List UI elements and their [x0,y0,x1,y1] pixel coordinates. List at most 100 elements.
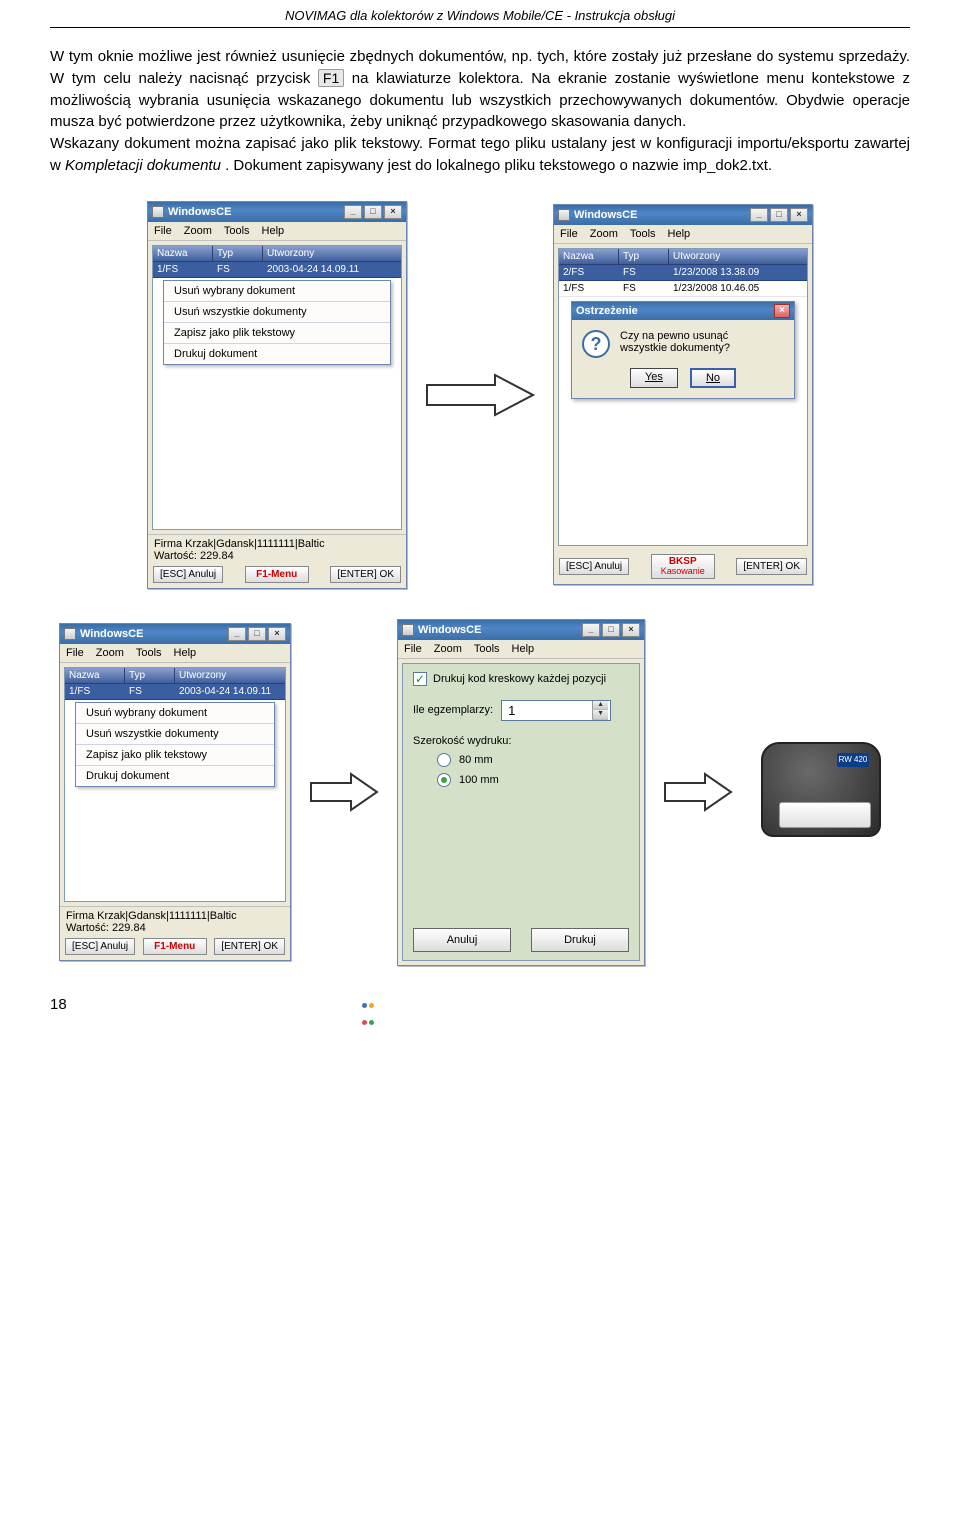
ctx-print[interactable]: Drukuj dokument [76,766,274,786]
esc-button[interactable]: [ESC] Anuluj [65,938,135,955]
enter-button[interactable]: [ENTER] OK [736,558,807,575]
copies-label: Ile egzemplarzy: [413,704,493,716]
titlebar[interactable]: WindowsCE _ □ × [60,624,290,644]
col-created: Utworzony [669,249,807,264]
copies-field: Ile egzemplarzy: ▲▼ [413,700,629,721]
table-row[interactable]: 1/FS FS 1/23/2008 10.46.05 [559,281,807,297]
radio-80[interactable]: 80 mm [437,753,629,767]
titlebar[interactable]: WindowsCE _ □ × [148,202,406,222]
f1-button[interactable]: F1-Menu [143,938,207,955]
table-row[interactable]: 1/FS FS 2003-04-24 14.09.11 [153,262,401,278]
app-icon [64,628,76,640]
menu-tools[interactable]: Tools [474,643,500,655]
close-button[interactable]: × [790,208,808,222]
menu-tools[interactable]: Tools [630,228,656,240]
app-icon [402,624,414,636]
titlebar[interactable]: WindowsCE _ □ × [398,620,644,640]
ctx-delete-all[interactable]: Usuń wszystkie dokumenty [76,724,274,745]
table-row[interactable]: 1/FS FS 2003-04-24 14.09.11 [65,684,285,700]
menu-help[interactable]: Help [174,647,197,659]
menu-zoom[interactable]: Zoom [434,643,462,655]
menu-help[interactable]: Help [668,228,691,240]
warning-dialog: Ostrzeżenie × ? Czy na pewno usunąć wszy… [571,301,795,399]
ctx-save-text[interactable]: Zapisz jako plik tekstowy [76,745,274,766]
close-button[interactable]: × [622,623,640,637]
maximize-button[interactable]: □ [602,623,620,637]
cell-created: 1/23/2008 13.38.09 [669,265,807,280]
cell-type: FS [619,265,669,280]
col-name: Nazwa [559,249,619,264]
minimize-button[interactable]: _ [582,623,600,637]
esc-button[interactable]: [ESC] Anuluj [153,566,223,583]
title-text: WindowsCE [574,209,637,221]
ctx-delete-all[interactable]: Usuń wszystkie dokumenty [164,302,390,323]
figure-row-2: WindowsCE _ □ × File Zoom Tools Help Naz… [50,619,910,966]
maximize-button[interactable]: □ [364,205,382,219]
titlebar[interactable]: WindowsCE _ □ × [554,205,812,225]
ctx-delete-selected[interactable]: Usuń wybrany dokument [164,281,390,302]
dialog-text: Czy na pewno usunąć [620,330,730,342]
menu-help[interactable]: Help [512,643,535,655]
cell-created: 2003-04-24 14.09.11 [175,684,285,699]
enter-button[interactable]: [ENTER] OK [214,938,285,955]
menu-file[interactable]: File [404,643,422,655]
print-footer-buttons: Anuluj Drukuj [413,928,629,952]
esc-button[interactable]: [ESC] Anuluj [559,558,629,575]
title-text: WindowsCE [418,624,481,636]
title-text: WindowsCE [80,628,143,640]
minimize-button[interactable]: _ [750,208,768,222]
dialog-titlebar[interactable]: Ostrzeżenie × [572,302,794,320]
print-button[interactable]: Drukuj [531,928,629,952]
printer-model-badge: RW 420 [837,753,869,767]
col-type: Typ [125,668,175,683]
cell-name: 1/FS [559,281,619,296]
f1-button[interactable]: F1-Menu [245,566,309,583]
col-type: Typ [619,249,669,264]
copies-value[interactable] [502,701,592,720]
context-menu[interactable]: Usuń wybrany dokument Usuń wszystkie dok… [75,702,275,787]
cell-type: FS [125,684,175,699]
menu-zoom[interactable]: Zoom [590,228,618,240]
ctx-delete-selected[interactable]: Usuń wybrany dokument [76,703,274,724]
menu-file[interactable]: File [560,228,578,240]
maximize-button[interactable]: □ [248,627,266,641]
menu-zoom[interactable]: Zoom [96,647,124,659]
table-row[interactable]: 2/FS FS 1/23/2008 13.38.09 [559,265,807,281]
radio-icon [437,773,451,787]
close-button[interactable]: × [384,205,402,219]
menubar[interactable]: File Zoom Tools Help [398,640,644,659]
menu-file[interactable]: File [154,225,172,237]
no-button[interactable]: No [690,368,736,388]
cell-name: 1/FS [153,262,213,277]
menu-tools[interactable]: Tools [224,225,250,237]
yes-button[interactable]: Yes [630,368,678,388]
menu-zoom[interactable]: Zoom [184,225,212,237]
bksp-button[interactable]: BKSP Kasowanie [651,554,715,579]
col-created: Utworzony [263,246,401,261]
minimize-button[interactable]: _ [228,627,246,641]
checkbox-barcode[interactable]: ✓ Drukuj kod kreskowy każdej pozycji [413,672,629,686]
radio-label: 100 mm [459,774,499,786]
menu-help[interactable]: Help [262,225,285,237]
cancel-button[interactable]: Anuluj [413,928,511,952]
question-icon: ? [582,330,610,358]
radio-100[interactable]: 100 mm [437,773,629,787]
footer-info: Firma Krzak|Gdansk|1111111|Baltic Wartoś… [148,534,406,562]
menu-tools[interactable]: Tools [136,647,162,659]
ctx-save-text[interactable]: Zapisz jako plik tekstowy [164,323,390,344]
minimize-button[interactable]: _ [344,205,362,219]
close-button[interactable]: × [268,627,286,641]
context-menu[interactable]: Usuń wybrany dokument Usuń wszystkie dok… [163,280,391,365]
printer-image: RW 420 [751,717,901,867]
menu-file[interactable]: File [66,647,84,659]
enter-button[interactable]: [ENTER] OK [330,566,401,583]
menubar[interactable]: File Zoom Tools Help [60,644,290,663]
ctx-print[interactable]: Drukuj dokument [164,344,390,364]
spinner[interactable]: ▲▼ [592,701,608,720]
menubar[interactable]: File Zoom Tools Help [554,225,812,244]
maximize-button[interactable]: □ [770,208,788,222]
dialog-title: Ostrzeżenie [576,305,638,317]
dialog-close-button[interactable]: × [774,304,790,318]
copies-input[interactable]: ▲▼ [501,700,611,721]
menubar[interactable]: File Zoom Tools Help [148,222,406,241]
